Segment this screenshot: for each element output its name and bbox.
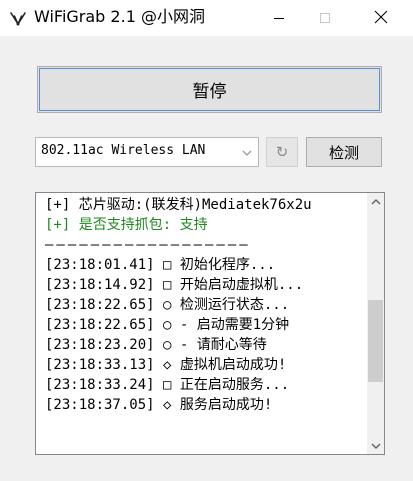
scroll-up-button[interactable]: [367, 193, 384, 210]
refresh-button[interactable]: ↻: [266, 137, 298, 167]
log-line: [+] 是否支持抓包: 支持: [45, 217, 208, 233]
adapter-dropdown[interactable]: 802.11ac Wireless LAN: [35, 137, 259, 167]
log-line: [23:18:01.41] □ 初始化程序...: [45, 257, 276, 273]
chevron-down-icon: [371, 436, 381, 454]
scroll-thumb[interactable]: [368, 300, 383, 382]
log-scrollbar[interactable]: [367, 193, 384, 454]
app-window: WiFiGrab 2.1 @小网洞 暂停 802.11ac Wireless L…: [0, 0, 413, 481]
log-line: [23:18:22.65] ○ - 启动需要1分钟: [45, 317, 290, 333]
log-line: [+] 芯片驱动:(联发科)Mediatek76x2u: [45, 197, 312, 213]
close-button[interactable]: [358, 0, 404, 36]
log-line: [23:18:22.65] ○ 检测运行状态...: [45, 297, 290, 313]
refresh-icon: ↻: [275, 143, 289, 161]
log-line: [23:18:33.24] □ 正在启动服务...: [45, 377, 290, 393]
detect-button[interactable]: 检测: [306, 137, 382, 167]
wifi-signal-icon: [8, 8, 28, 28]
close-icon: [374, 9, 388, 28]
minimize-button[interactable]: [256, 0, 302, 36]
log-line: [23:18:33.13] ◇ 虚拟机启动成功!: [45, 357, 287, 373]
minimize-icon: [273, 9, 285, 28]
pause-button[interactable]: 暂停: [37, 66, 382, 113]
log-line: ——————————————————: [45, 237, 251, 253]
title-bar[interactable]: WiFiGrab 2.1 @小网洞: [0, 0, 413, 36]
adapter-selected-value: 802.11ac Wireless LAN: [41, 143, 206, 158]
log-line: [23:18:23.20] ○ - 请耐心等待: [45, 337, 267, 353]
log-output[interactable]: [+] 芯片驱动:(联发科)Mediatek76x2u [+] 是否支持抓包: 支…: [35, 192, 385, 455]
scroll-down-button[interactable]: [367, 437, 384, 454]
maximize-button[interactable]: [302, 0, 348, 36]
chevron-down-icon: [240, 145, 254, 159]
log-line: [23:18:14.92] □ 开始启动虚拟机...: [45, 277, 304, 293]
log-line: [23:18:37.05] ◇ 服务启动成功!: [45, 397, 273, 413]
log-lines: [+] 芯片驱动:(联发科)Mediatek76x2u [+] 是否支持抓包: 支…: [45, 195, 363, 415]
window-title: WiFiGrab 2.1 @小网洞: [34, 7, 205, 26]
maximize-icon: [319, 9, 331, 28]
chevron-up-icon: [371, 193, 381, 211]
